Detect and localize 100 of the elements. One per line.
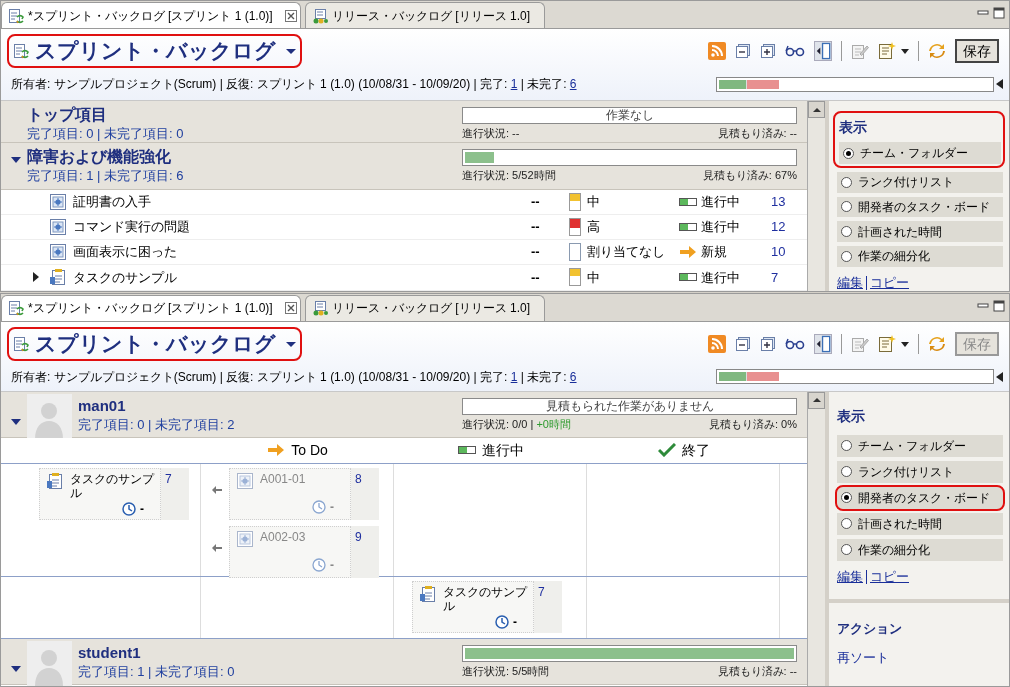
summary-text: 所有者: サンプルプロジェクト(Scrum) | 反復: スプリント 1 (1.0) (10/08/31 - 10/09/20) | 完了: 1 | 未完了: 6	[11, 76, 577, 93]
expand-all-icon[interactable]	[760, 335, 776, 352]
title-dropdown[interactable]: スプリント・バックログ	[13, 327, 296, 360]
view-option[interactable]: ランク付けリスト	[837, 460, 1003, 483]
count-link[interactable]: 6	[569, 77, 577, 91]
task-icon	[49, 268, 67, 287]
defect-icon	[236, 471, 254, 490]
card-estimate: -	[140, 500, 144, 518]
editor-tab[interactable]: *スプリント・バックログ [スプリント 1 (1.0)]	[1, 294, 301, 321]
card-id: 7	[161, 467, 189, 520]
view-option[interactable]: 計画された時間	[837, 512, 1003, 535]
group-counts: 完了項目: 1 | 未完了項目: 0	[78, 662, 235, 680]
view-option[interactable]: チーム・フォルダー	[839, 142, 1001, 164]
item-id: 13	[771, 192, 787, 211]
view-option[interactable]: 作業の細分化	[837, 245, 1003, 267]
sidebar-link[interactable]: 再ソート	[837, 648, 1003, 668]
view-option[interactable]: 開発者のタスク・ボード	[837, 486, 1003, 509]
progress-text: 進行状況: 0/0 | +0時間	[462, 416, 571, 432]
new-document-icon[interactable]	[878, 42, 896, 60]
editor-tab[interactable]: リリース・バックログ [リリース 1.0]	[305, 2, 545, 28]
radio-button[interactable]	[841, 250, 852, 262]
backlog-icon	[312, 300, 328, 317]
defect-icon	[49, 217, 67, 236]
scrollbar[interactable]	[808, 391, 825, 686]
view-option[interactable]: 作業の細分化	[837, 538, 1003, 561]
radio-button[interactable]	[841, 226, 852, 238]
status-label: 進行中	[701, 192, 741, 211]
priority-label: 高	[587, 218, 601, 237]
priority-medium-icon	[568, 191, 582, 212]
column-label: To Do	[291, 440, 328, 460]
card-title: タスクのサンプル	[70, 471, 154, 500]
left-arrow-icon	[212, 485, 222, 494]
expand-triangle-icon[interactable]	[11, 156, 21, 164]
sync-icon[interactable]	[928, 334, 946, 353]
radio-button[interactable]	[841, 201, 852, 213]
card-title: A002-03	[260, 529, 306, 544]
progress-text: 進行状況: 5/52時間	[462, 168, 556, 183]
sidebar-link[interactable]: コピー	[866, 275, 909, 290]
count-link[interactable]: 1	[510, 77, 518, 91]
sync-icon[interactable]	[928, 42, 946, 60]
section-heading: アクション	[837, 619, 903, 638]
card-estimate: -	[330, 556, 334, 574]
editor-tab[interactable]: *スプリント・バックログ [スプリント 1 (1.0)]	[1, 2, 301, 28]
title-dropdown[interactable]: スプリント・バックログ	[13, 35, 296, 67]
collapse-all-icon[interactable]	[735, 43, 751, 59]
card-title: A001-01	[260, 471, 306, 486]
scroll-up-icon	[812, 398, 821, 403]
view-option[interactable]: 開発者のタスク・ボード	[837, 196, 1003, 218]
glasses-icon[interactable]	[785, 45, 805, 57]
in-progress-icon	[457, 445, 476, 456]
radio-button[interactable]	[841, 466, 852, 478]
panel-toggle-icon[interactable]	[814, 333, 832, 354]
radio-button[interactable]	[841, 440, 852, 452]
item-id: 12	[771, 218, 787, 237]
collapse-all-icon[interactable]	[735, 335, 751, 352]
sidebar-link[interactable]: 編集	[837, 568, 863, 585]
defect-icon	[49, 243, 67, 262]
radio-button[interactable]	[841, 176, 852, 188]
maximize-icon[interactable]	[993, 7, 1005, 19]
status-label: 新規	[701, 243, 728, 262]
view-option[interactable]: ランク付けリスト	[837, 172, 1003, 193]
section-heading: 表示	[837, 406, 866, 426]
maximize-icon[interactable]	[993, 299, 1005, 312]
radio-button[interactable]	[841, 518, 852, 530]
arrow-icon	[679, 246, 697, 259]
view-option[interactable]: チーム・フォルダー	[837, 434, 1003, 457]
panel-toggle-icon[interactable]	[814, 41, 832, 61]
card-id: 7	[534, 580, 562, 633]
task-icon	[46, 471, 64, 490]
close-icon[interactable]	[284, 302, 297, 315]
view-option[interactable]: 計画された時間	[837, 221, 1003, 242]
expand-triangle-icon[interactable]	[11, 417, 21, 426]
close-icon[interactable]	[284, 9, 297, 22]
item-row[interactable]: 画面表示に困った -- 割り当てなし 新規 10	[1, 240, 807, 266]
count-link[interactable]: 6	[569, 369, 577, 384]
item-title: コマンド実行の問題	[73, 218, 191, 237]
priority-empty-icon	[568, 242, 582, 263]
collapse-arrow-icon	[996, 79, 1003, 89]
priority-label: 割り当てなし	[587, 243, 666, 262]
radio-button[interactable]	[841, 544, 852, 556]
estimate-text: 見積もり済み: --	[717, 126, 797, 141]
estimate-text: 見積もり済み: --	[717, 663, 797, 679]
expand-all-icon[interactable]	[760, 43, 776, 59]
save-button[interactable]: 保存	[955, 39, 999, 63]
sidebar-link[interactable]: 編集	[837, 274, 863, 291]
estimate-text: --	[531, 192, 541, 211]
count-link[interactable]: 1	[510, 369, 518, 384]
radio-button[interactable]	[841, 492, 852, 504]
glasses-icon[interactable]	[785, 337, 805, 350]
expand-triangle-icon[interactable]	[11, 664, 21, 673]
editor-tab[interactable]: リリース・バックログ [リリース 1.0]	[305, 294, 545, 321]
caret-icon[interactable]	[901, 47, 909, 55]
new-document-icon[interactable]	[878, 334, 896, 353]
backlog-icon	[8, 7, 24, 24]
progress-text: 進行状況: 5/5時間	[462, 663, 550, 679]
item-row[interactable]: タスクのサンプル -- 中 進行中 7	[1, 265, 807, 291]
caret-icon[interactable]	[901, 339, 909, 348]
radio-button[interactable]	[843, 147, 854, 159]
sidebar-link[interactable]: コピー	[866, 569, 909, 584]
scrollbar[interactable]	[808, 101, 825, 291]
